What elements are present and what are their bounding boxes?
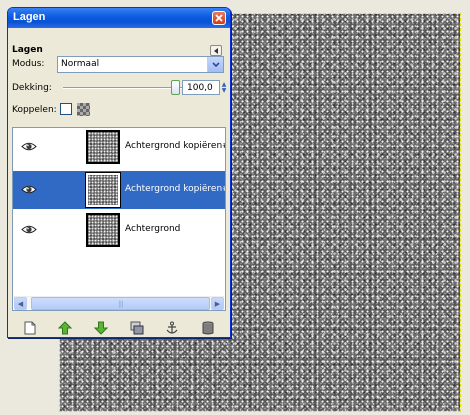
eye-icon[interactable]	[21, 141, 37, 152]
opacity-slider-handle[interactable]	[171, 80, 180, 95]
new-layer-icon	[24, 321, 36, 335]
lock-label: Koppelen:	[12, 105, 57, 115]
mode-label: Modus:	[12, 59, 45, 69]
raise-layer-button[interactable]	[56, 319, 74, 337]
dialog-title: Lagen	[13, 11, 46, 23]
layers-list[interactable]: Achtergrond kopiëren#2 Achtergrond kopië…	[12, 127, 226, 311]
layer-thumbnail	[86, 130, 120, 164]
layers-dialog: Lagen Lagen Modus: Normaal Dekking: 100,	[7, 7, 231, 338]
layer-name[interactable]: Achtergrond kopiëren#1	[125, 184, 225, 194]
layer-row-selected[interactable]: Achtergrond kopiëren#1	[13, 171, 225, 209]
close-icon	[215, 14, 223, 22]
delete-layer-button[interactable]	[199, 319, 217, 337]
tab-menu-button[interactable]	[210, 45, 222, 56]
mode-dropdown[interactable]: Normaal	[57, 56, 224, 73]
layer-name[interactable]: Achtergrond	[125, 224, 180, 234]
layers-toolbar	[12, 317, 226, 339]
layer-row[interactable]: Achtergrond kopiëren#2	[13, 128, 225, 166]
lock-alpha-checkbox[interactable]	[60, 103, 72, 115]
dialog-titlebar[interactable]: Lagen	[8, 8, 230, 28]
scrollbar-thumb[interactable]: |||	[31, 297, 210, 310]
anchor-layer-icon	[166, 321, 178, 334]
close-button[interactable]	[212, 11, 226, 25]
mode-value: Normaal	[61, 59, 100, 69]
dock-tab-title: Lagen	[12, 45, 43, 55]
spin-down-icon[interactable]: ▼	[222, 87, 227, 94]
raise-layer-icon	[58, 321, 73, 335]
layer-thumbnail	[86, 213, 120, 247]
anchor-layer-button[interactable]	[163, 319, 181, 337]
layer-thumbnail	[85, 172, 121, 208]
opacity-slider[interactable]	[63, 87, 183, 89]
duplicate-layer-icon	[130, 321, 144, 335]
layer-row[interactable]: Achtergrond	[13, 211, 225, 249]
opacity-value-field[interactable]: 100,0	[182, 80, 220, 95]
opacity-label: Dekking:	[12, 83, 52, 93]
new-layer-button[interactable]	[21, 319, 39, 337]
scroll-left-icon[interactable]: ◀	[14, 297, 27, 310]
layer-name[interactable]: Achtergrond kopiëren#2	[125, 141, 225, 151]
scroll-right-icon[interactable]: ▶	[211, 297, 224, 310]
triangle-left-icon	[214, 47, 218, 54]
duplicate-layer-button[interactable]	[128, 319, 146, 337]
eye-icon[interactable]	[21, 224, 37, 235]
opacity-spin-button[interactable]: ▲ ▼	[220, 80, 228, 95]
lower-layer-button[interactable]	[92, 319, 110, 337]
alpha-checker-icon	[77, 103, 90, 116]
lower-layer-icon	[94, 321, 109, 335]
horizontal-scrollbar[interactable]: ◀ ||| ▶	[14, 296, 224, 310]
chevron-down-icon[interactable]	[207, 57, 223, 72]
delete-layer-icon	[202, 321, 214, 335]
eye-icon[interactable]	[21, 184, 37, 195]
